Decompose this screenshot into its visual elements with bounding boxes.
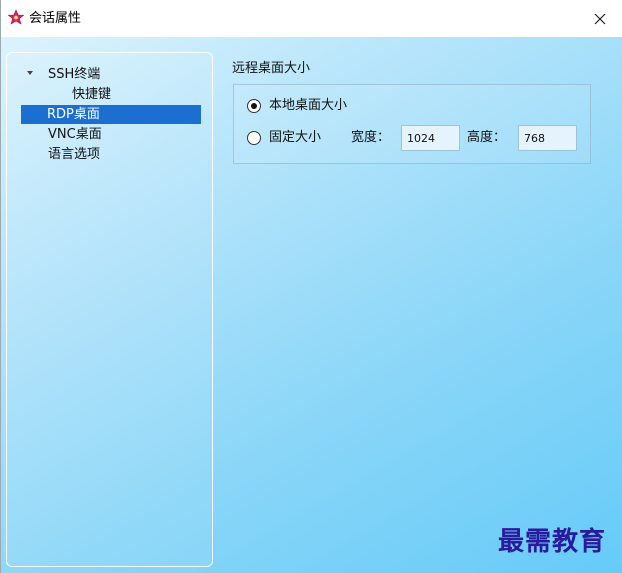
tree-item-shortcuts[interactable]: 快捷键 [72,85,111,104]
watermark-text: 最需教育 [498,527,607,557]
radio-fixed-size-label[interactable]: 固定大小 [269,129,321,147]
window-title: 会话属性 [29,11,82,26]
tree-item-vnc-desktop[interactable]: VNC桌面 [48,125,102,144]
app-flower-icon [7,9,25,25]
desktop-size-group [233,84,591,164]
radio-local-desktop-size-label[interactable]: 本地桌面大小 [269,97,347,115]
category-tree [6,52,213,567]
triangle-down-icon[interactable] [24,67,36,79]
close-icon [594,13,606,24]
title-bar: 会话属性 [1,0,622,37]
width-input[interactable] [401,125,460,151]
section-title-remote-desktop-size: 远程桌面大小 [232,61,311,76]
radio-local-desktop-size[interactable] [247,99,261,113]
radio-fixed-size[interactable] [247,131,261,145]
height-label: 高度： [467,130,507,145]
tree-item-ssh-terminal[interactable]: SSH终端 [48,65,100,84]
tree-item-language-options[interactable]: 语言选项 [48,145,100,164]
session-properties-window: 会话属性 SSH终端 快捷键 RDP桌面 VNC桌面 语言选项 远程桌面大小 本… [0,0,622,573]
width-label: 宽度： [351,130,391,145]
close-button[interactable] [577,0,622,37]
height-input[interactable] [518,125,577,151]
tree-item-rdp-desktop[interactable]: RDP桌面 [21,105,201,124]
